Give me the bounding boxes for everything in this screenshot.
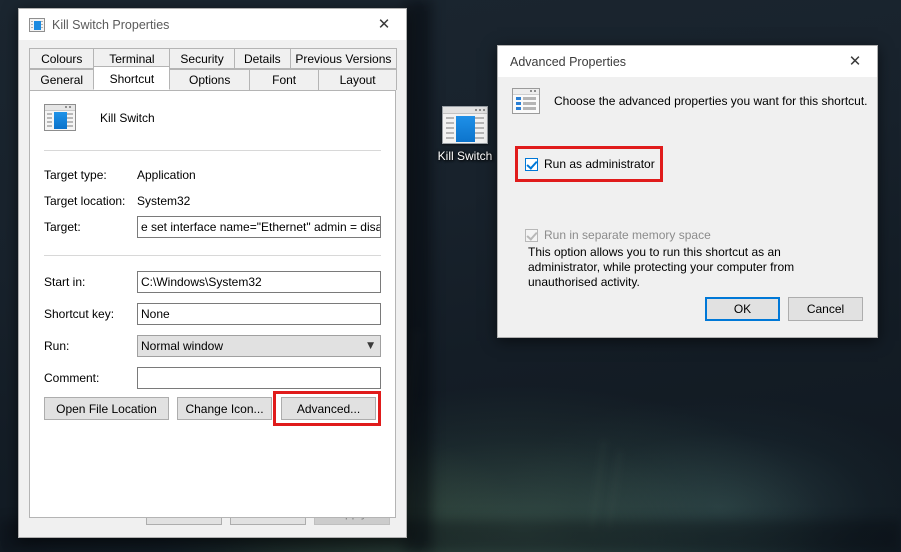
advanced-intro-text: Choose the advanced properties you want …: [554, 94, 868, 108]
shortcut-header: Kill Switch: [44, 104, 155, 131]
start-in-row: Start in: C:\Windows\System32: [44, 271, 381, 293]
run-label: Run:: [44, 339, 70, 353]
target-input[interactable]: e set interface name="Ethernet" admin = …: [137, 216, 381, 238]
tab-security[interactable]: Security: [169, 48, 235, 69]
properties-tab-strip: Colours Terminal Security Details Previo…: [19, 40, 406, 90]
comment-input[interactable]: [137, 367, 381, 389]
change-icon-button[interactable]: Change Icon...: [177, 397, 272, 420]
shortcut-name-label: Kill Switch: [100, 110, 155, 125]
target-row: Target: e set interface name="Ethernet" …: [44, 216, 381, 238]
start-in-label: Start in:: [44, 275, 86, 289]
chevron-down-icon: ▼: [367, 341, 374, 351]
shortcut-tab-panel: Kill Switch Target type: Application Tar…: [29, 90, 396, 518]
advanced-dialog-buttons: OK Cancel: [705, 297, 863, 321]
tab-previous-versions[interactable]: Previous Versions: [289, 48, 397, 69]
shortcut-key-label: Shortcut key:: [44, 307, 115, 321]
target-type-label: Target type:: [44, 168, 107, 182]
ok-button[interactable]: OK: [705, 297, 780, 321]
open-file-location-button[interactable]: Open File Location: [44, 397, 169, 420]
tab-details[interactable]: Details: [233, 48, 291, 69]
run-as-administrator-checkbox-row[interactable]: Run as administrator: [525, 157, 655, 171]
tab-colours[interactable]: Colours: [29, 48, 95, 69]
shortcut-key-input[interactable]: None: [137, 303, 381, 325]
shortcut-key-row: Shortcut key: None: [44, 303, 381, 325]
advanced-button[interactable]: Advanced...: [281, 397, 376, 420]
wallpaper-shadow: [404, 0, 432, 552]
target-location-label: Target location:: [44, 194, 126, 208]
properties-titlebar[interactable]: Kill Switch Properties ✕: [19, 9, 406, 40]
target-label: Target:: [44, 220, 81, 234]
run-separate-memory-checkbox-row: Run in separate memory space: [525, 228, 711, 242]
comment-row: Comment:: [44, 367, 381, 389]
advanced-properties-icon: [512, 88, 540, 114]
tab-options[interactable]: Options: [169, 69, 250, 90]
tab-row-lower: General Shortcut Options Font Layout: [29, 66, 397, 90]
run-separate-memory-label: Run in separate memory space: [544, 228, 711, 242]
wallpaper-streak: [588, 440, 608, 530]
comment-label: Comment:: [44, 371, 100, 385]
batch-script-icon: [29, 18, 45, 32]
batch-script-icon: [442, 106, 488, 144]
target-type-value: Application: [137, 168, 196, 182]
start-in-input[interactable]: C:\Windows\System32: [137, 271, 381, 293]
desktop-icon-kill-switch[interactable]: Kill Switch: [428, 106, 502, 163]
advanced-properties-dialog: Advanced Properties ✕ Choose the advance…: [497, 45, 878, 338]
target-location-value: System32: [137, 194, 191, 208]
properties-window-title: Kill Switch Properties: [52, 17, 170, 32]
advanced-dialog-body: Choose the advanced properties you want …: [498, 77, 877, 337]
run-row: Run: Normal window ▼: [44, 335, 381, 357]
advanced-titlebar[interactable]: Advanced Properties ✕: [498, 46, 877, 77]
cancel-button[interactable]: Cancel: [788, 297, 863, 321]
run-dropdown-value: Normal window: [141, 339, 224, 353]
close-icon[interactable]: ✕: [362, 9, 406, 39]
divider: [44, 255, 381, 256]
target-type-row: Target type: Application: [44, 164, 381, 186]
target-location-row: Target location: System32: [44, 190, 381, 212]
tab-layout[interactable]: Layout: [318, 69, 397, 90]
tab-shortcut[interactable]: Shortcut: [93, 66, 171, 90]
kill-switch-properties-window: Kill Switch Properties ✕ Colours Termina…: [18, 8, 407, 538]
checkbox-icon[interactable]: [525, 157, 538, 171]
tab-general[interactable]: General: [29, 69, 95, 90]
desktop: Kill Switch Kill Switch Properties ✕ Col…: [0, 0, 901, 552]
advanced-dialog-title: Advanced Properties: [510, 54, 627, 69]
tab-row-upper: Colours Terminal Security Details Previo…: [29, 48, 397, 69]
run-as-administrator-label: Run as administrator: [544, 157, 655, 171]
wallpaper-streak: [606, 450, 623, 530]
shortcut-action-buttons: Open File Location Change Icon... Advanc…: [44, 397, 376, 420]
checkbox-icon: [525, 228, 538, 242]
run-dropdown[interactable]: Normal window ▼: [137, 335, 381, 357]
desktop-icon-label: Kill Switch: [437, 149, 493, 163]
tab-font[interactable]: Font: [249, 69, 320, 90]
divider: [44, 150, 381, 151]
close-icon[interactable]: ✕: [833, 46, 877, 76]
run-as-administrator-description: This option allows you to run this short…: [528, 245, 795, 289]
batch-script-icon: [44, 104, 76, 131]
